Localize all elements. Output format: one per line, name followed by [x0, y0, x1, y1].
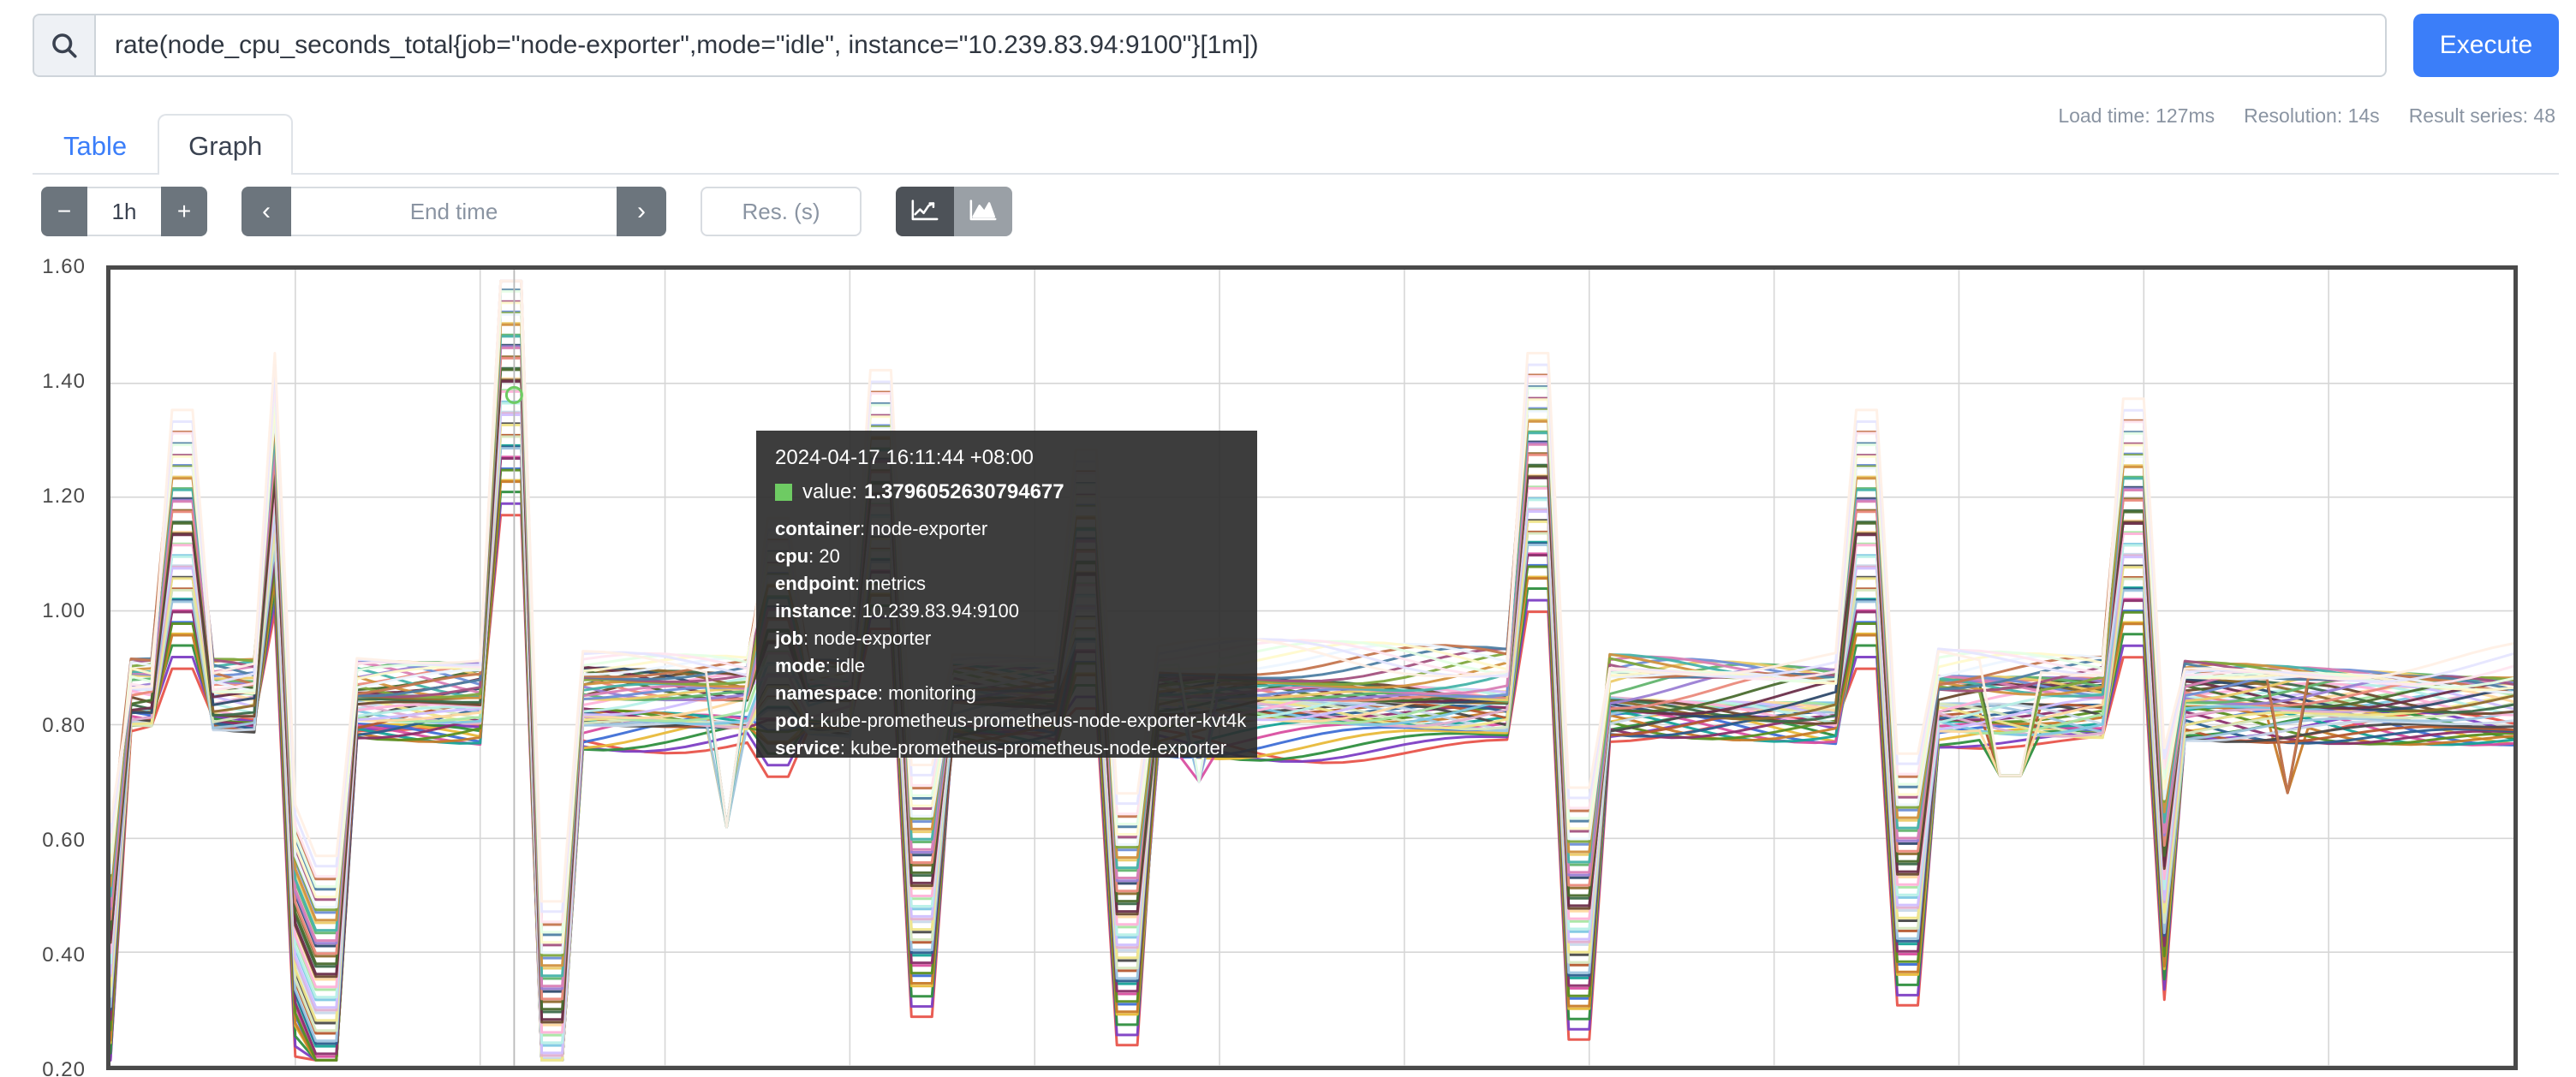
line-chart-icon — [910, 198, 939, 226]
tooltip-label-key: namespace — [775, 682, 878, 704]
tooltip-label-pod: pod: kube-prometheus-prometheus-node-exp… — [775, 711, 1238, 730]
graph-plot-area[interactable] — [106, 265, 2518, 1070]
next-time-button[interactable]: › — [617, 187, 666, 236]
series-color-swatch — [775, 484, 792, 501]
y-tick-7: 0.40 — [42, 943, 86, 967]
query-stats: Load time: 127ms Resolution: 14s Result … — [2058, 104, 2555, 128]
tooltip-label-list: container: node-exporter cpu: 20 endpoint:… — [775, 520, 1238, 758]
y-tick-1: 1.60 — [42, 255, 86, 279]
tooltip-timestamp: 2024-04-17 16:11:44 +08:00 — [775, 448, 1238, 468]
tooltip-label-key: endpoint — [775, 573, 855, 594]
y-tick-2: 1.40 — [42, 370, 86, 394]
tooltip-label-key: mode — [775, 655, 826, 676]
y-tick-4: 1.00 — [42, 599, 86, 623]
tabs-underline — [33, 173, 2559, 175]
tooltip-label-instance: instance: 10.239.83.94:9100 — [775, 602, 1238, 621]
query-input-group — [33, 14, 2387, 77]
tooltip-label-key: service — [775, 737, 840, 759]
resolution-stat: Resolution: 14s — [2244, 104, 2380, 128]
y-tick-5: 0.80 — [42, 714, 86, 738]
chart-type-toggle — [896, 187, 1012, 236]
tooltip-label-key: cpu — [775, 545, 808, 567]
tooltip-label-endpoint: endpoint: metrics — [775, 574, 1238, 593]
result-tabs: Table Graph — [33, 92, 293, 175]
end-time-input[interactable]: End time — [291, 187, 617, 236]
tab-graph[interactable]: Graph — [158, 114, 293, 175]
tooltip-value: 1.3796052630794677 — [864, 482, 1064, 503]
range-input[interactable]: 1h — [87, 187, 161, 236]
stacked-area-chart-icon — [969, 198, 998, 226]
tooltip-label-key: container — [775, 518, 860, 539]
tooltip-value-label: value: — [802, 482, 857, 503]
prometheus-graph-page: Execute Table Graph Load time: 127ms Res… — [0, 0, 2576, 1077]
line-chart-button[interactable] — [896, 187, 954, 236]
tooltip-label-key: instance — [775, 600, 851, 622]
tooltip-label-key: job — [775, 628, 803, 649]
y-tick-6: 0.60 — [42, 829, 86, 853]
tab-table[interactable]: Table — [33, 114, 158, 175]
tooltip-label-cpu: cpu: 20 — [775, 547, 1238, 566]
end-time-control: ‹ End time › — [242, 187, 666, 236]
tooltip-label-service: service: kube-prometheus-prometheus-node… — [775, 739, 1238, 758]
series-tooltip: 2024-04-17 16:11:44 +08:00 value: 1.3796… — [756, 431, 1257, 758]
query-bar-row: Execute — [0, 0, 2576, 91]
decrease-range-button[interactable]: − — [41, 187, 87, 236]
execute-button[interactable]: Execute — [2413, 14, 2559, 77]
search-icon — [33, 14, 94, 77]
graph-controls-toolbar: − 1h + ‹ End time › Res. (s) — [41, 187, 1012, 236]
result-series-stat: Result series: 48 — [2409, 104, 2555, 128]
tooltip-label-namespace: namespace: monitoring — [775, 684, 1238, 703]
tooltip-label-job: job: node-exporter — [775, 629, 1238, 648]
y-tick-3: 1.20 — [42, 485, 86, 509]
resolution-input[interactable]: Res. (s) — [701, 187, 862, 236]
stacked-chart-button[interactable] — [954, 187, 1012, 236]
previous-time-button[interactable]: ‹ — [242, 187, 291, 236]
query-input[interactable] — [94, 14, 2387, 77]
graph-svg[interactable] — [110, 270, 2513, 1066]
tooltip-label-mode: mode: idle — [775, 657, 1238, 675]
tooltip-value-row: value: 1.3796052630794677 — [775, 482, 1238, 503]
range-stepper: − 1h + — [41, 187, 207, 236]
tooltip-label-container: container: node-exporter — [775, 520, 1238, 538]
load-time-stat: Load time: 127ms — [2058, 104, 2215, 128]
y-tick-8: 0.20 — [42, 1058, 86, 1077]
tooltip-label-key: pod — [775, 710, 809, 731]
increase-range-button[interactable]: + — [161, 187, 207, 236]
